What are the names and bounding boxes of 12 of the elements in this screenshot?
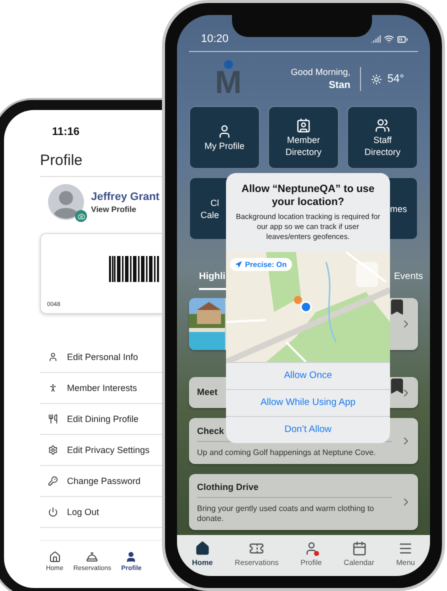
card-title: Check bbox=[197, 426, 224, 436]
card-title: Meet bbox=[197, 387, 218, 397]
status-time: 11:16 bbox=[52, 126, 80, 138]
card-description: Up and coming Golf happenings at Neptune Cove. bbox=[197, 448, 376, 458]
status-time: 10:20 bbox=[201, 33, 229, 45]
card-title: Clothing Drive bbox=[197, 482, 259, 492]
card-description: Bring your gently used coats and warm clothing to donate. bbox=[197, 504, 375, 524]
user-name: Stan bbox=[328, 80, 350, 91]
temperature: 54° bbox=[387, 73, 404, 85]
page-title: Profile bbox=[40, 152, 83, 169]
greeting: Good Morning, bbox=[290, 67, 350, 77]
user-name: Jeffrey Grant bbox=[91, 190, 160, 202]
